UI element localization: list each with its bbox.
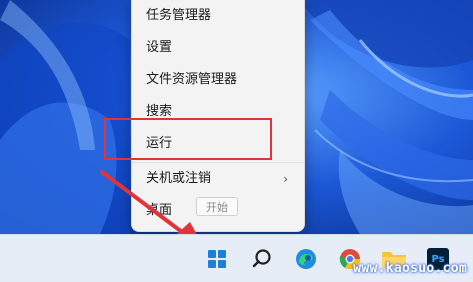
start-tooltip: 开始 bbox=[196, 197, 238, 216]
edge-icon bbox=[296, 249, 316, 269]
start-button[interactable] bbox=[199, 242, 235, 276]
taskbar: Ps www.kaosuo.com bbox=[0, 234, 473, 282]
run-highlight-box bbox=[104, 118, 272, 160]
chevron-right-icon: › bbox=[283, 172, 288, 186]
watermark: www.kaosuo.com bbox=[353, 261, 467, 276]
search-icon bbox=[252, 249, 271, 268]
menu-item-settings[interactable]: 设置 bbox=[146, 38, 172, 58]
menu-separator bbox=[132, 162, 304, 163]
edge-button[interactable] bbox=[288, 242, 324, 276]
menu-item-file-explorer[interactable]: 文件资源管理器 bbox=[146, 70, 237, 90]
menu-item-desktop[interactable]: 桌面 bbox=[146, 201, 172, 221]
search-button[interactable] bbox=[244, 242, 280, 276]
menu-item-task-manager[interactable]: 任务管理器 bbox=[146, 6, 211, 26]
menu-item-shutdown-signout[interactable]: 关机或注销 bbox=[146, 169, 211, 189]
windows-start-icon bbox=[207, 249, 227, 269]
